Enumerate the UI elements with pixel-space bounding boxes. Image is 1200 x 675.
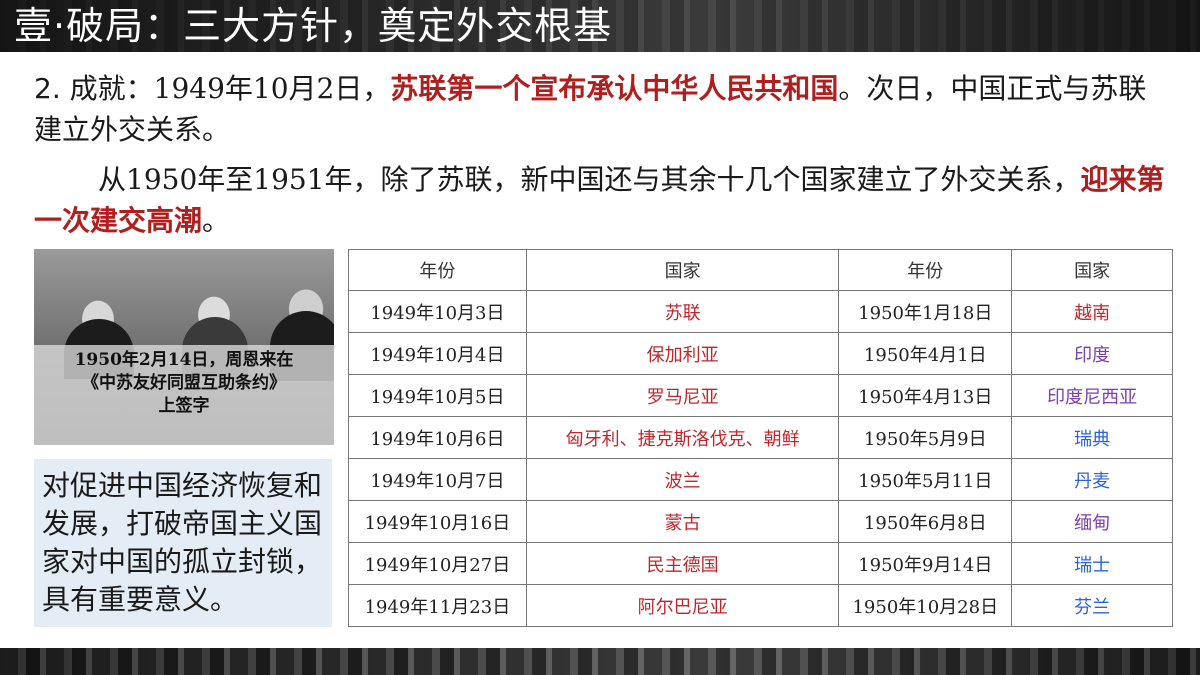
signing-photo: 1950年2月14日，周恩来在 《中苏友好同盟互助条约》 上签字 (34, 249, 334, 445)
header-country-1: 国家 (525, 249, 840, 291)
table-row: 1949年10月5日 罗马尼亚 1950年4月13日 印度尼西亚 (348, 374, 1173, 417)
cell-date-2: 1950年6月8日 (838, 500, 1013, 543)
photo-caption: 1950年2月14日，周恩来在 《中苏友好同盟互助条约》 上签字 (34, 349, 334, 418)
cell-country-1: 民主德国 (525, 542, 840, 585)
table-row: 1949年10月7日 波兰 1950年5月11日 丹麦 (348, 458, 1173, 501)
cell-date-1: 1949年10月4日 (348, 332, 527, 375)
slide-title: 壹·破局：三大方针，奠定外交根基 (14, 4, 613, 48)
achievement-lead: 2. 成就： (34, 72, 154, 105)
cell-country-2: 印度 (1011, 332, 1173, 375)
cell-date-2: 1950年5月11日 (838, 458, 1013, 501)
cell-country-1: 保加利亚 (525, 332, 840, 375)
cell-country-2: 瑞士 (1011, 542, 1173, 585)
table-row: 1949年10月3日 苏联 1950年1月18日 越南 (348, 290, 1173, 333)
cell-country-1: 匈牙利、捷克斯洛伐克、朝鲜 (525, 416, 840, 459)
significance-text: 对促进中国经济恢复和发展，打破帝国主义国家对中国的孤立封锁，具有重要意义。 (42, 469, 323, 616)
header-year-1: 年份 (348, 249, 527, 291)
cell-country-1: 阿尔巴尼亚 (525, 584, 840, 627)
achievement-date: 1949年10月2日， (153, 72, 391, 105)
cell-country-2: 丹麦 (1011, 458, 1173, 501)
wave-end: 。 (202, 204, 231, 237)
cell-date-2: 1950年9月14日 (838, 542, 1013, 585)
table-row: 1949年10月16日 蒙古 1950年6月8日 缅甸 (348, 500, 1173, 543)
cell-country-1: 苏联 (525, 290, 840, 333)
cell-date-2: 1950年4月1日 (838, 332, 1013, 375)
table-header-row: 年份 国家 年份 国家 (348, 249, 1173, 291)
cell-date-2: 1950年4月13日 (838, 374, 1013, 417)
cell-country-2: 缅甸 (1011, 500, 1173, 543)
cell-country-1: 蒙古 (525, 500, 840, 543)
achievement-highlight: 苏联第一个宣布承认中华人民共和国 (390, 72, 839, 105)
cell-date-1: 1949年10月5日 (348, 374, 527, 417)
cell-date-2: 1950年10月28日 (838, 584, 1013, 627)
cell-country-2: 芬兰 (1011, 584, 1173, 627)
table-row: 1949年10月27日 民主德国 1950年9月14日 瑞士 (348, 542, 1173, 585)
paragraph-achievement: 2. 成就：1949年10月2日，苏联第一个宣布承认中华人民共和国。次日，中国正… (34, 68, 1174, 150)
table-row: 1949年10月4日 保加利亚 1950年4月1日 印度 (348, 332, 1173, 375)
cell-date-2: 1950年1月18日 (838, 290, 1013, 333)
cell-country-2: 印度尼西亚 (1011, 374, 1173, 417)
cell-country-1: 罗马尼亚 (525, 374, 840, 417)
cell-country-1: 波兰 (525, 458, 840, 501)
cell-date-2: 1950年5月9日 (838, 416, 1013, 459)
header-year-2: 年份 (838, 249, 1013, 291)
cell-date-1: 1949年11月23日 (348, 584, 527, 627)
diplomatic-relations-table: 年份 国家 年份 国家 1949年10月3日 苏联 1950年1月18日 越南 1949… (348, 249, 1173, 627)
significance-note: 对促进中国经济恢复和发展，打破帝国主义国家对中国的孤立封锁，具有重要意义。 (34, 459, 332, 627)
table-row: 1949年11月23日 阿尔巴尼亚 1950年10月28日 芬兰 (348, 584, 1173, 627)
title-bar: 壹·破局：三大方针，奠定外交根基 (0, 0, 1200, 52)
cell-date-1: 1949年10月16日 (348, 500, 527, 543)
cell-date-1: 1949年10月27日 (348, 542, 527, 585)
cell-country-2: 瑞典 (1011, 416, 1173, 459)
table-row: 1949年10月6日 匈牙利、捷克斯洛伐克、朝鲜 1950年5月9日 瑞典 (348, 416, 1173, 459)
paragraph-wave: 从1950年至1951年，除了苏联，新中国还与其余十几个国家建立了外交关系，迎来… (34, 159, 1174, 241)
caption-line-3: 上签字 (158, 396, 210, 416)
cell-date-1: 1949年10月6日 (348, 416, 527, 459)
cell-date-1: 1949年10月3日 (348, 290, 527, 333)
cell-date-1: 1949年10月7日 (348, 458, 527, 501)
wave-text: 从1950年至1951年，除了苏联，新中国还与其余十几个国家建立了外交关系， (98, 163, 1081, 196)
header-country-2: 国家 (1011, 249, 1173, 291)
caption-line-2: 《中苏友好同盟互助条约》 (82, 373, 286, 393)
caption-line-1: 1950年2月14日，周恩来在 (74, 350, 294, 370)
cell-country-2: 越南 (1011, 290, 1173, 333)
